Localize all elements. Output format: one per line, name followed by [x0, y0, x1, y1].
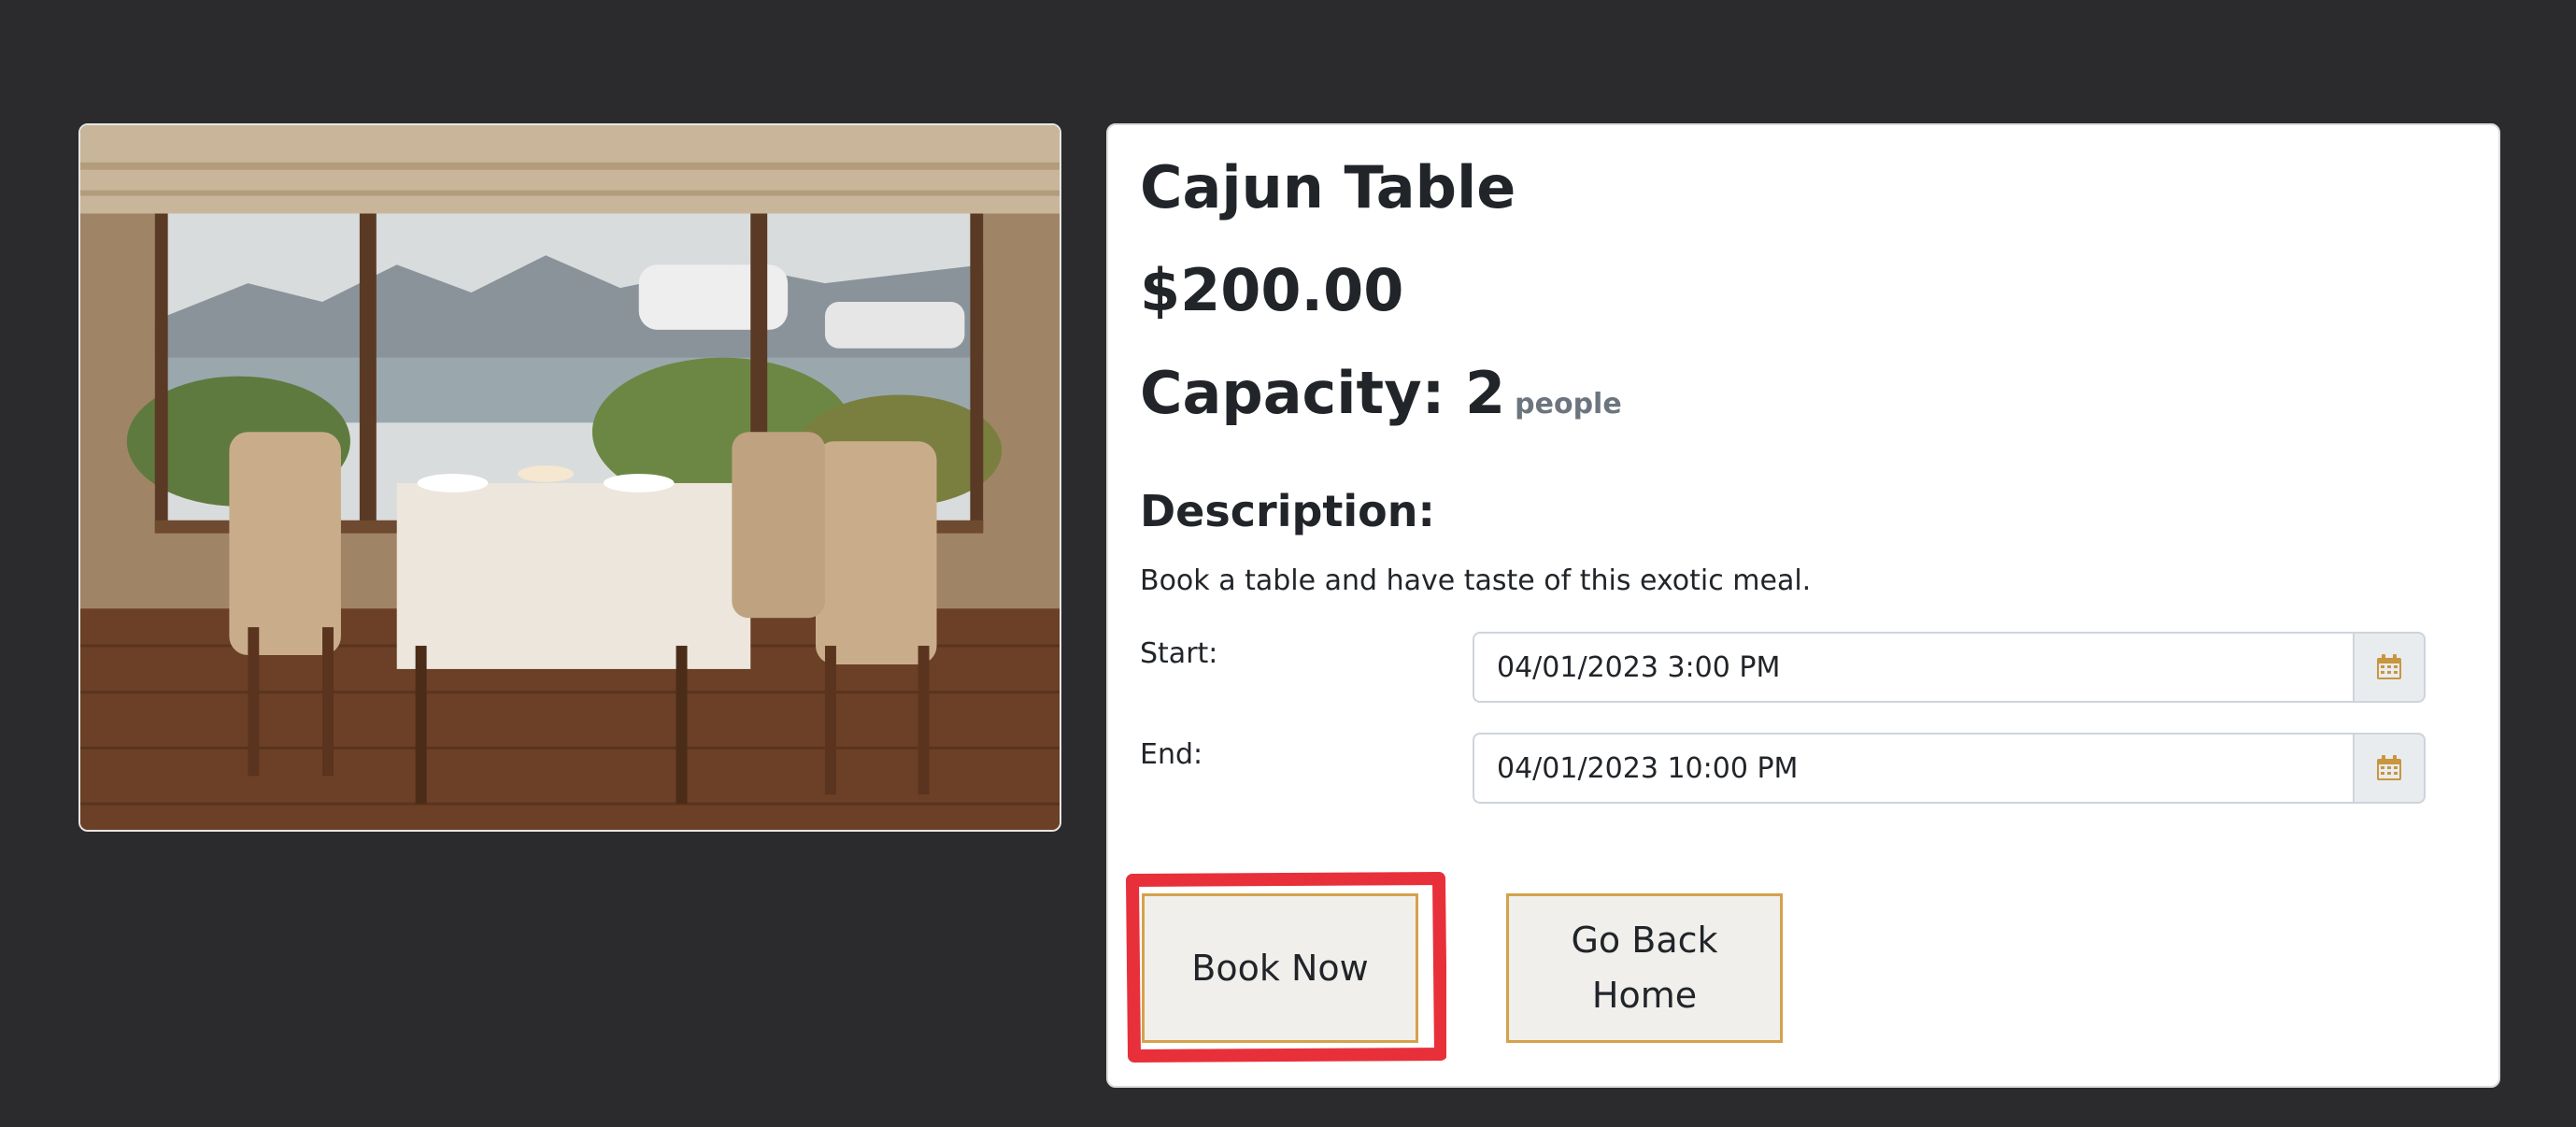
end-date-input[interactable]	[1473, 733, 2353, 804]
description-heading: Description:	[1140, 486, 1435, 536]
end-date-group	[1473, 733, 2426, 804]
listing-capacity: Capacity: 2 people	[1140, 359, 1622, 427]
start-calendar-button[interactable]	[2353, 632, 2426, 703]
book-now-button[interactable]: Book Now	[1142, 893, 1418, 1043]
listing-title: Cajun Table	[1140, 153, 1516, 221]
end-label: End:	[1140, 738, 1203, 771]
calendar-icon	[2377, 755, 2401, 780]
booking-card: Cajun Table $200.00 Capacity: 2 people De…	[1106, 123, 2500, 1088]
restaurant-image	[80, 125, 1060, 830]
description-text: Book a table and have taste of this exot…	[1140, 564, 1812, 597]
start-date-group	[1473, 632, 2426, 703]
capacity-unit: people	[1515, 388, 1622, 421]
start-date-input[interactable]	[1473, 632, 2353, 703]
end-calendar-button[interactable]	[2353, 733, 2426, 804]
table-photo	[78, 123, 1061, 832]
calendar-icon	[2377, 654, 2401, 679]
listing-price: $200.00	[1140, 256, 1404, 324]
go-back-home-button[interactable]: Go Back Home	[1506, 893, 1783, 1043]
capacity-label: Capacity: 2	[1140, 359, 1506, 427]
start-label: Start:	[1140, 637, 1218, 670]
